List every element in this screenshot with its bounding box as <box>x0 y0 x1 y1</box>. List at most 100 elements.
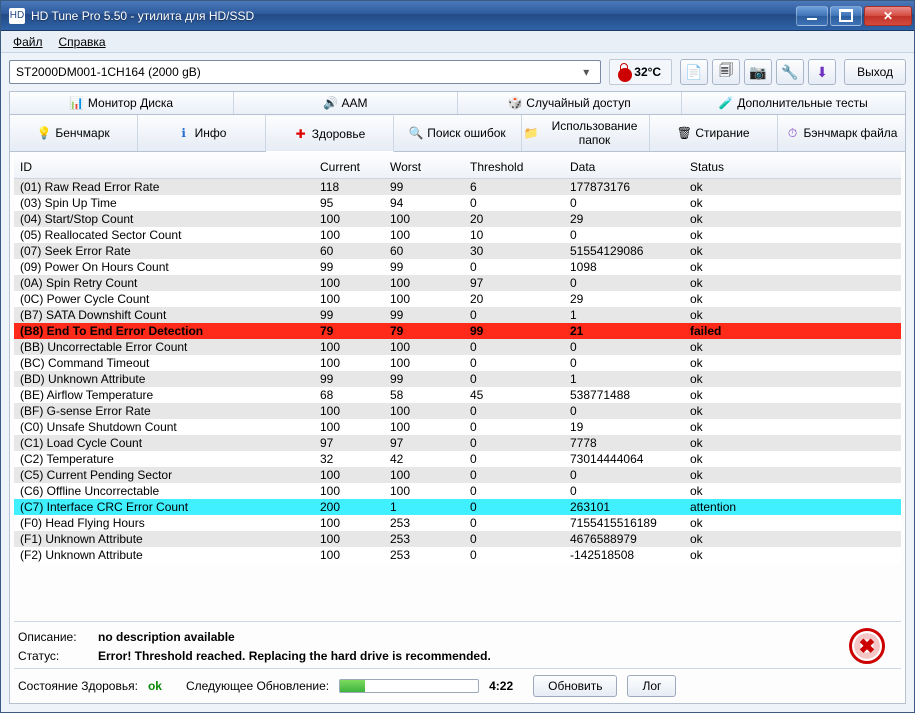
app-window: HD HD Tune Pro 5.50 - утилита для HD/SSD… <box>0 0 915 713</box>
table-row[interactable]: (C1) Load Cycle Count979707778ok <box>14 435 901 451</box>
col-data[interactable]: Data <box>564 156 684 179</box>
close-button[interactable] <box>864 6 912 26</box>
cell-data: 0 <box>564 275 684 291</box>
col-worst[interactable]: Worst <box>384 156 464 179</box>
cell-data: 0 <box>564 467 684 483</box>
cell-worst: 253 <box>384 547 464 563</box>
cell-worst: 100 <box>384 355 464 371</box>
tab-random-access[interactable]: 🎲Случайный доступ <box>458 92 682 114</box>
table-row[interactable]: (C6) Offline Uncorrectable10010000ok <box>14 483 901 499</box>
tab-erase[interactable]: 🗑Стирание <box>650 115 778 151</box>
table-row[interactable]: (F0) Head Flying Hours100253071554155161… <box>14 515 901 531</box>
status-label: Статус: <box>18 649 98 663</box>
window-title: HD Tune Pro 5.50 - утилита для HD/SSD <box>31 9 796 23</box>
col-threshold[interactable]: Threshold <box>464 156 564 179</box>
health-table-area: ID Current Worst Threshold Data Status (… <box>10 152 905 703</box>
table-row[interactable]: (01) Raw Read Error Rate118996177873176o… <box>14 179 901 196</box>
table-row[interactable]: (BC) Command Timeout10010000ok <box>14 355 901 371</box>
tab-extra-tests[interactable]: 🧪Дополнительные тесты <box>682 92 905 114</box>
table-row[interactable]: (B7) SATA Downshift Count999901ok <box>14 307 901 323</box>
tab-health[interactable]: ✚Здоровье <box>266 116 394 152</box>
thermometer-icon <box>620 63 628 81</box>
cell-threshold: 6 <box>464 179 564 196</box>
cell-worst: 99 <box>384 371 464 387</box>
table-row[interactable]: (BE) Airflow Temperature685845538771488o… <box>14 387 901 403</box>
tab-benchmark[interactable]: 💡Бенчмарк <box>10 115 138 151</box>
minimize-button[interactable] <box>796 6 828 26</box>
cell-data: 0 <box>564 403 684 419</box>
menu-file[interactable]: Файл <box>5 33 51 51</box>
cell-worst: 79 <box>384 323 464 339</box>
table-row[interactable]: (BF) G-sense Error Rate10010000ok <box>14 403 901 419</box>
footer-row: Состояние Здоровья: ok Следующее Обновле… <box>14 668 901 699</box>
cell-data: 29 <box>564 291 684 307</box>
tab-file-benchmark[interactable]: ⏱Бэнчмарк файла <box>778 115 905 151</box>
cell-status: ok <box>684 179 901 196</box>
table-row[interactable]: (F1) Unknown Attribute10025304676588979o… <box>14 531 901 547</box>
tab-aam[interactable]: 🔊AAM <box>234 92 458 114</box>
cell-current: 95 <box>314 195 384 211</box>
table-row[interactable]: (0C) Power Cycle Count1001002029ok <box>14 291 901 307</box>
tab-info[interactable]: ℹИнфо <box>138 115 266 151</box>
cell-status: ok <box>684 515 901 531</box>
table-row[interactable]: (09) Power On Hours Count999901098ok <box>14 259 901 275</box>
cell-id: (C1) Load Cycle Count <box>14 435 314 451</box>
table-row[interactable]: (B8) End To End Error Detection79799921f… <box>14 323 901 339</box>
cell-current: 100 <box>314 531 384 547</box>
cell-data: 1098 <box>564 259 684 275</box>
drive-select[interactable]: ST2000DM001-1CH164 (2000 gB) ▾ <box>9 60 601 84</box>
file-bench-icon: ⏱ <box>786 126 800 140</box>
cell-id: (BE) Airflow Temperature <box>14 387 314 403</box>
table-row[interactable]: (05) Reallocated Sector Count100100100ok <box>14 227 901 243</box>
cell-data: 51554129086 <box>564 243 684 259</box>
table-row[interactable]: (07) Seek Error Rate60603051554129086ok <box>14 243 901 259</box>
cell-current: 97 <box>314 435 384 451</box>
exit-button[interactable]: Выход <box>844 59 906 85</box>
cell-current: 99 <box>314 371 384 387</box>
table-row[interactable]: (0A) Spin Retry Count100100970ok <box>14 275 901 291</box>
cell-id: (C7) Interface CRC Error Count <box>14 499 314 515</box>
bulb-icon: 💡 <box>37 126 51 140</box>
copy-screenshot-button[interactable]: 🗐 <box>712 59 740 85</box>
col-current[interactable]: Current <box>314 156 384 179</box>
menu-help[interactable]: Справка <box>51 33 114 51</box>
table-row[interactable]: (03) Spin Up Time959400ok <box>14 195 901 211</box>
cell-worst: 100 <box>384 339 464 355</box>
tab-error-scan[interactable]: 🔍Поиск ошибок <box>394 115 522 151</box>
table-row[interactable]: (F2) Unknown Attribute1002530-142518508o… <box>14 547 901 563</box>
save-button[interactable]: ⬇ <box>808 59 836 85</box>
cell-worst: 100 <box>384 211 464 227</box>
cell-worst: 42 <box>384 451 464 467</box>
cell-id: (C5) Current Pending Sector <box>14 467 314 483</box>
copy-info-button[interactable]: 📄 <box>680 59 708 85</box>
col-id[interactable]: ID <box>14 156 314 179</box>
cell-worst: 100 <box>384 275 464 291</box>
cell-id: (0A) Spin Retry Count <box>14 275 314 291</box>
col-status[interactable]: Status <box>684 156 901 179</box>
log-button[interactable]: Лог <box>627 675 676 697</box>
table-row[interactable]: (BB) Uncorrectable Error Count10010000ok <box>14 339 901 355</box>
save-screenshot-button[interactable]: 📷 <box>744 59 772 85</box>
tab-disk-monitor[interactable]: 📊Монитор Диска <box>10 92 234 114</box>
cell-threshold: 0 <box>464 547 564 563</box>
tab-folder-usage[interactable]: 📁Использование папок <box>522 115 650 151</box>
table-row[interactable]: (C7) Interface CRC Error Count2001026310… <box>14 499 901 515</box>
cell-threshold: 0 <box>464 483 564 499</box>
monitor-icon: 📊 <box>70 96 84 110</box>
cell-current: 100 <box>314 467 384 483</box>
table-row[interactable]: (C5) Current Pending Sector10010000ok <box>14 467 901 483</box>
cell-worst: 100 <box>384 467 464 483</box>
health-table-scroll[interactable]: ID Current Worst Threshold Data Status (… <box>14 156 901 621</box>
maximize-button[interactable] <box>830 6 862 26</box>
table-row[interactable]: (04) Start/Stop Count1001002029ok <box>14 211 901 227</box>
refresh-button[interactable]: Обновить <box>533 675 617 697</box>
table-row[interactable]: (C0) Unsafe Shutdown Count100100019ok <box>14 419 901 435</box>
cell-current: 100 <box>314 211 384 227</box>
table-row[interactable]: (C2) Temperature3242073014444064ok <box>14 451 901 467</box>
cell-current: 100 <box>314 403 384 419</box>
table-row[interactable]: (BD) Unknown Attribute999901ok <box>14 371 901 387</box>
options-button[interactable]: 🔧 <box>776 59 804 85</box>
cell-id: (BD) Unknown Attribute <box>14 371 314 387</box>
cell-status: ok <box>684 259 901 275</box>
error-icon: ✖ <box>849 628 885 664</box>
